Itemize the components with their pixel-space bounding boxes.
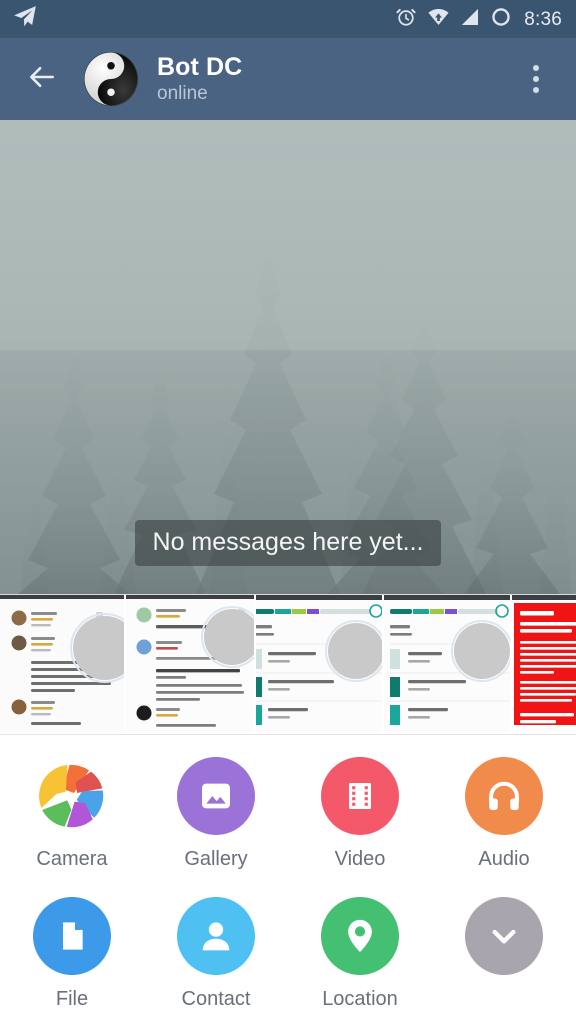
battery-circle-icon bbox=[490, 6, 512, 33]
attach-camera-button[interactable]: Camera bbox=[0, 749, 144, 889]
yin-yang-avatar bbox=[84, 52, 138, 106]
attachment-panel: Camera Gallery Video Audio File Contact … bbox=[0, 735, 576, 1024]
attach-contact-label: Contact bbox=[181, 988, 251, 1010]
chat-title-block[interactable]: Bot DC online bbox=[157, 53, 242, 106]
overflow-menu-icon bbox=[533, 65, 539, 71]
alarm-clock-icon bbox=[395, 6, 417, 33]
wifi-icon bbox=[427, 7, 450, 32]
gallery-icon-circle bbox=[177, 757, 255, 835]
audio-icon-circle bbox=[465, 757, 543, 835]
list-item[interactable] bbox=[384, 595, 512, 732]
video-icon-circle bbox=[321, 757, 399, 835]
avatar[interactable] bbox=[84, 52, 138, 106]
back-arrow-icon bbox=[26, 61, 58, 98]
telegram-paper-plane-icon bbox=[12, 4, 38, 35]
list-item[interactable] bbox=[256, 595, 384, 732]
status-bar-system-icons: 8:36 bbox=[395, 6, 562, 33]
attach-gallery-button[interactable]: Gallery bbox=[144, 749, 288, 889]
attach-contact-button[interactable]: Contact bbox=[144, 889, 288, 1024]
list-item[interactable] bbox=[512, 595, 576, 732]
audio-headphones-icon bbox=[489, 781, 519, 810]
status-bar-clock: 8:36 bbox=[524, 8, 562, 30]
contact-icon-circle bbox=[177, 897, 255, 975]
file-document-icon bbox=[63, 922, 83, 950]
contact-person-icon bbox=[202, 922, 230, 951]
attach-audio-label: Audio bbox=[478, 848, 530, 870]
attach-video-button[interactable]: Video bbox=[288, 749, 432, 889]
back-button[interactable] bbox=[22, 59, 62, 99]
app-bar: Bot DC online bbox=[0, 38, 576, 120]
attach-file-button[interactable]: File bbox=[0, 889, 144, 1024]
location-pin-icon bbox=[348, 919, 372, 953]
chat-message-area[interactable]: No messages here yet... bbox=[0, 120, 576, 594]
attach-file-label: File bbox=[55, 988, 89, 1010]
gallery-photo-icon bbox=[202, 783, 230, 809]
list-item[interactable] bbox=[0, 595, 126, 732]
attach-gallery-label: Gallery bbox=[184, 848, 248, 870]
overflow-menu-button[interactable] bbox=[514, 55, 558, 103]
attach-audio-button[interactable]: Audio bbox=[432, 749, 576, 889]
status-bar-notifications bbox=[12, 4, 38, 35]
attach-collapse-button[interactable] bbox=[432, 889, 576, 1024]
overflow-menu-icon-dot bbox=[533, 76, 539, 82]
recent-photos-strip[interactable] bbox=[0, 594, 576, 732]
camera-aperture-icon bbox=[39, 764, 104, 828]
attachment-row-2: File Contact Location bbox=[0, 889, 576, 1024]
telegram-chat-screen: 8:36 Bot DC online No messages here yet.… bbox=[0, 0, 576, 1024]
chevron-down-icon bbox=[492, 929, 516, 944]
attach-location-button[interactable]: Location bbox=[288, 889, 432, 1024]
online-status: online bbox=[157, 82, 208, 104]
camera-icon-circle bbox=[33, 757, 111, 835]
collapse-icon-circle bbox=[465, 897, 543, 975]
attachment-row-1: Camera Gallery Video Audio bbox=[0, 749, 576, 889]
empty-chat-notice: No messages here yet... bbox=[0, 520, 576, 566]
attach-camera-label: Camera bbox=[36, 848, 108, 870]
attach-video-label: Video bbox=[334, 848, 386, 870]
empty-chat-text: No messages here yet... bbox=[134, 520, 442, 566]
page-title: Bot DC bbox=[157, 52, 243, 81]
attach-location-label: Location bbox=[322, 988, 398, 1010]
video-filmstrip-icon bbox=[349, 783, 371, 809]
file-icon-circle bbox=[33, 897, 111, 975]
location-icon-circle bbox=[321, 897, 399, 975]
status-bar: 8:36 bbox=[0, 0, 576, 38]
overflow-menu-icon-dot bbox=[533, 87, 539, 93]
cellular-signal-icon bbox=[460, 7, 480, 32]
list-item[interactable] bbox=[126, 595, 256, 732]
